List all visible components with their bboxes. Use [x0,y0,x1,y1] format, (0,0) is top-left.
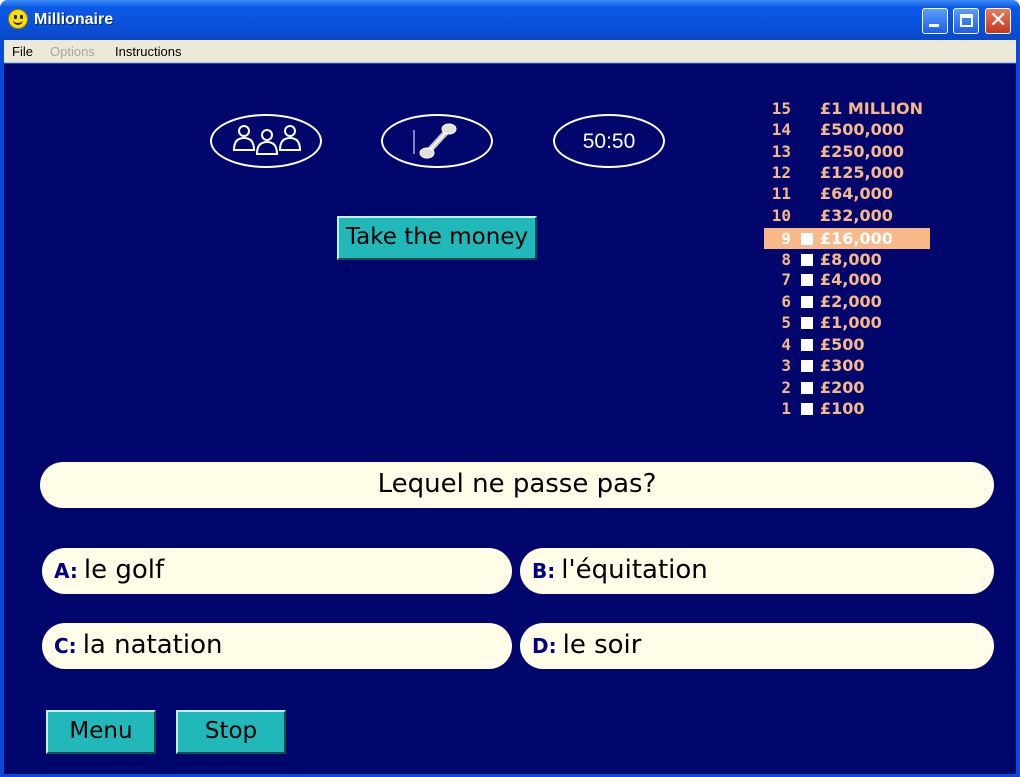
maximize-button[interactable] [953,8,979,34]
ladder-prize: £32,000 [820,206,893,225]
ladder-level: 7 [781,270,791,289]
ladder-prize: £64,000 [820,184,893,203]
menu-options[interactable]: Options [50,44,95,59]
ladder-level: 13 [771,142,791,161]
ladder-prize: £1 MILLION [820,99,924,118]
fifty-fifty-lifeline[interactable]: 50:50 [553,114,665,168]
ladder-row: 11 £64,000 [764,183,930,204]
minimize-icon [929,24,939,27]
phone-friend-lifeline[interactable] [381,114,493,168]
ladder-level: 11 [771,184,791,203]
ladder-prize: £1,000 [820,313,882,332]
ladder-prize: £500,000 [820,120,905,139]
ladder-prize: £16,000 [820,229,893,248]
ladder-row: 2 £200 [764,377,930,398]
menu-button[interactable]: Menu [46,710,156,754]
ladder-row: 5 £1,000 [764,312,930,333]
safety-box-icon [801,233,813,245]
answer-letter: C: [54,634,77,658]
app-window: Millionaire ✕ File Options Instructions [0,0,1020,777]
ladder-row: 7 £4,000 [764,269,930,290]
ladder-level: 8 [781,250,791,269]
ladder-row: 3 £300 [764,355,930,376]
ladder-prize: £4,000 [820,270,882,289]
ladder-level: 3 [781,356,791,375]
audience-icon [232,125,302,155]
safety-box-icon [801,339,813,351]
ladder-level: 6 [781,292,791,311]
menu-bar: File Options Instructions [4,40,1016,63]
answer-text: l'équitation [561,555,708,585]
ladder-level: 15 [771,99,791,118]
ladder-prize: £125,000 [820,163,905,182]
answer-b[interactable]: B: l'équitation [520,548,994,594]
game-area: 50:50 Take the money 15 £1 MILLION 14 £500,… [4,64,1016,774]
ladder-level: 14 [771,120,791,139]
answer-text: la natation [82,630,223,660]
ladder-level: 9 [781,229,791,248]
answer-text: le golf [83,555,165,585]
safety-box-icon [801,317,813,329]
ladder-row: 8 £8,000 [764,249,930,270]
take-the-money-button[interactable]: Take the money [337,216,537,260]
ladder-row-current: 9 £16,000 [764,228,930,249]
ladder-row: 4 £500 [764,334,930,355]
ask-audience-lifeline[interactable] [210,114,322,168]
close-icon: ✕ [989,8,1008,33]
answer-letter: D: [532,634,557,658]
minimize-button[interactable] [922,8,948,34]
ladder-row: 14 £500,000 [764,119,930,140]
answer-text: le soir [562,630,642,660]
ladder-row: 10 £32,000 [764,205,930,226]
smiley-app-icon [8,9,28,29]
question-box: Lequel ne passe pas? [40,462,994,508]
ladder-row: 15 £1 MILLION [764,98,930,119]
ladder-prize: £500 [820,335,865,354]
answer-d[interactable]: D: le soir [520,623,994,669]
answer-c[interactable]: C: la natation [42,623,512,669]
ladder-prize: £300 [820,356,865,375]
close-button[interactable]: ✕ [985,8,1011,34]
ladder-level: 2 [781,378,791,397]
safety-box-icon [801,403,813,415]
ladder-level: 10 [771,206,791,225]
ladder-level: 1 [781,399,791,418]
phone-icon [413,123,457,159]
stop-button[interactable]: Stop [176,710,286,754]
answer-a[interactable]: A: le golf [42,548,512,594]
answer-letter: B: [532,559,556,583]
ladder-level: 12 [771,163,791,182]
safety-box-icon [801,296,813,308]
menu-instructions[interactable]: Instructions [115,44,181,59]
menu-file[interactable]: File [12,44,33,59]
ladder-prize: £100 [820,399,865,418]
title-bar[interactable]: Millionaire ✕ [0,0,1020,40]
answer-letter: A: [54,559,78,583]
ladder-prize: £250,000 [820,142,905,161]
ladder-row: 1 £100 [764,398,930,419]
ladder-row: 12 £125,000 [764,162,930,183]
ladder-row: 6 £2,000 [764,291,930,312]
ladder-row: 13 £250,000 [764,141,930,162]
ladder-prize: £2,000 [820,292,882,311]
ladder-level: 4 [781,335,791,354]
safety-box-icon [801,274,813,286]
ladder-prize: £8,000 [820,250,882,269]
window-title: Millionaire [34,11,114,28]
safety-box-icon [801,382,813,394]
ladder-level: 5 [781,313,791,332]
maximize-icon [960,14,973,27]
safety-box-icon [801,360,813,372]
fifty-fifty-label: 50:50 [582,130,636,153]
ladder-prize: £200 [820,378,865,397]
safety-box-icon [801,254,813,266]
